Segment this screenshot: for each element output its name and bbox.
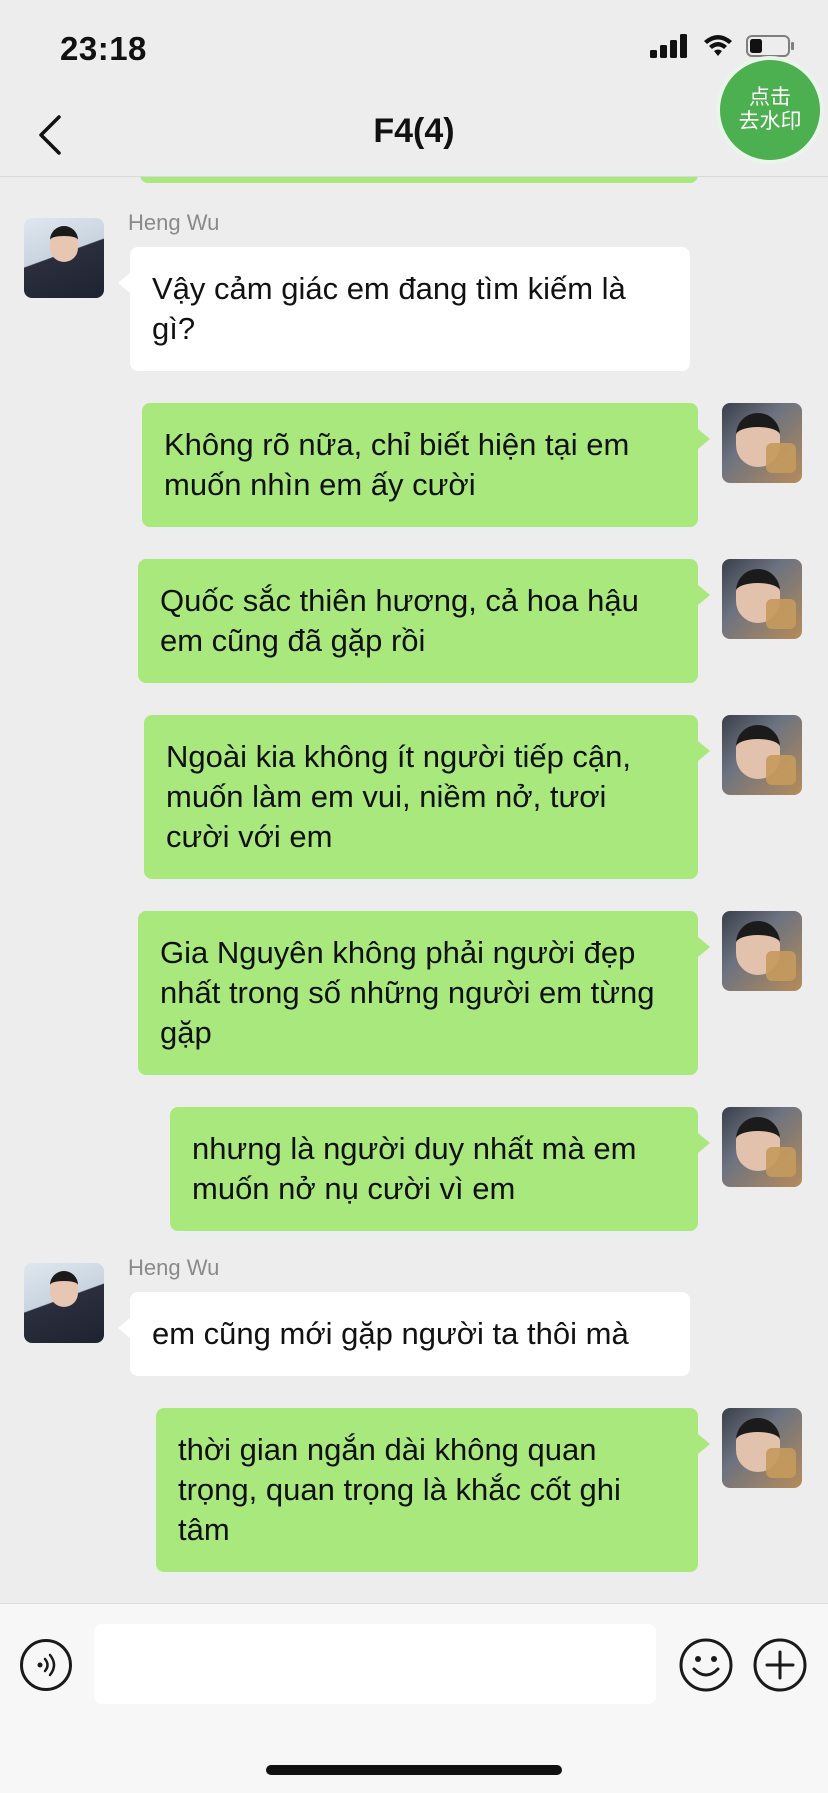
watermark-label-line1: 点击 [749, 86, 791, 109]
plus-icon[interactable] [752, 1637, 808, 1693]
avatar-self[interactable] [722, 1408, 802, 1488]
status-time: 23:18 [60, 30, 147, 67]
signal-icon [650, 34, 687, 58]
sender-name: Heng Wu [128, 1255, 220, 1280]
avatar-self[interactable] [722, 911, 802, 991]
watermark-label-line2: 去水印 [738, 110, 802, 133]
avatar-self[interactable] [722, 559, 802, 639]
message-bubble-outgoing[interactable]: nhưng là người duy nhất mà em muốn nở nụ… [170, 1107, 710, 1231]
message-bubble-outgoing[interactable]: Quốc sắc thiên hương, cả hoa hậu em cũng… [138, 559, 710, 683]
avatar-heng-wu[interactable] [24, 218, 104, 298]
message-bubble-incoming[interactable]: Vậy cảm giác em đang tìm kiếm là gì? [118, 247, 690, 371]
avatar-self[interactable] [722, 1107, 802, 1187]
chat-title: F4(4) [373, 112, 455, 150]
voice-button[interactable] [20, 1639, 72, 1691]
sender-name: Heng Wu [128, 210, 220, 235]
wifi-icon [704, 35, 732, 56]
home-indicator[interactable] [266, 1765, 562, 1775]
nav-bar: F4(4) [0, 92, 828, 177]
status-icons [650, 34, 796, 58]
emoji-icon[interactable] [678, 1637, 734, 1693]
previous-message-bubble [140, 177, 698, 183]
voice-icon [37, 1653, 56, 1677]
status-bar: 23:18 [0, 0, 828, 92]
chat-messages[interactable]: Heng Wu Vậy cảm giác em đang tìm kiếm là… [0, 177, 828, 1602]
message-input[interactable] [94, 1624, 656, 1704]
avatar-heng-wu[interactable] [24, 1263, 104, 1343]
message-bubble-outgoing[interactable]: Gia Nguyên không phải người đẹp nhất tro… [138, 911, 710, 1075]
remove-watermark-button[interactable]: 点击 去水印 [716, 56, 824, 164]
message-bubble-outgoing[interactable]: thời gian ngắn dài không quan trọng, qua… [156, 1408, 710, 1572]
message-bubble-outgoing[interactable]: Ngoài kia không ít người tiếp cận, muốn … [144, 715, 710, 879]
avatar-self[interactable] [722, 715, 802, 795]
avatar-self[interactable] [722, 403, 802, 483]
message-bubble-outgoing[interactable]: Không rõ nữa, chỉ biết hiện tại em muốn … [142, 403, 710, 527]
battery-icon [746, 35, 794, 57]
message-bubble-incoming[interactable]: em cũng mới gặp người ta thôi mà [118, 1292, 690, 1376]
